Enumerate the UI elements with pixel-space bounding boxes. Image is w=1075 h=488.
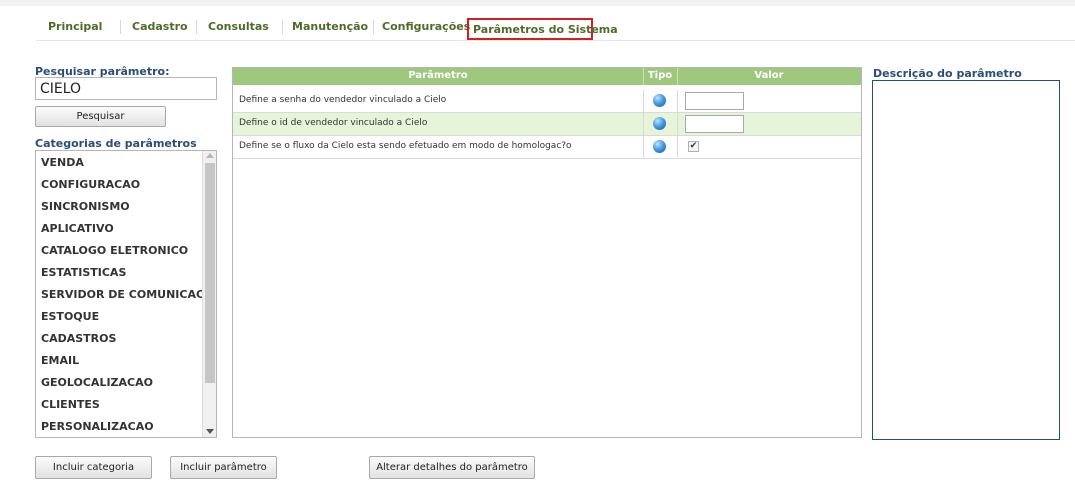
include-parameter-button[interactable]: Incluir parâmetro bbox=[170, 456, 277, 479]
edit-parameter-details-button[interactable]: Alterar detalhes do parâmetro bbox=[369, 456, 535, 479]
category-item[interactable]: EMAIL bbox=[41, 354, 79, 367]
category-item[interactable]: PERSONALIZACAO bbox=[41, 420, 154, 433]
parameters-table: Parâmetro Tipo Valor Define a senha do v… bbox=[232, 67, 862, 438]
nav-divider bbox=[120, 20, 121, 34]
cell-divider bbox=[677, 90, 678, 112]
nav-parametros-sistema-label: Parâmetros do Sistema bbox=[473, 23, 618, 36]
nav-parametros-sistema[interactable]: Parâmetros do Sistema bbox=[467, 18, 618, 40]
nav-configuracoes[interactable]: Configurações bbox=[382, 20, 470, 33]
value-input[interactable] bbox=[685, 92, 744, 110]
description-box[interactable] bbox=[872, 80, 1060, 440]
category-item[interactable]: CONFIGURACAO bbox=[41, 178, 140, 191]
nav-divider bbox=[196, 20, 197, 34]
globe-icon bbox=[653, 117, 666, 130]
nav-divider bbox=[373, 20, 374, 34]
cell-divider bbox=[643, 113, 644, 135]
category-item[interactable]: SERVIDOR DE COMUNICACAO bbox=[41, 288, 216, 301]
category-item[interactable]: CLIENTES bbox=[41, 398, 100, 411]
cell-divider bbox=[643, 136, 644, 158]
category-list[interactable]: VENDA CONFIGURACAO SINCRONISMO APLICATIV… bbox=[35, 150, 217, 438]
top-strip bbox=[0, 0, 1075, 6]
nav-divider bbox=[282, 20, 283, 34]
header-tipo: Tipo bbox=[647, 70, 673, 81]
header-parametro: Parâmetro bbox=[408, 70, 468, 81]
row-parameter-text: Define o id de vendedor vinculado a Ciel… bbox=[239, 118, 428, 128]
table-row[interactable]: Define se o fluxo da Cielo esta sendo ef… bbox=[233, 136, 861, 159]
search-button[interactable]: Pesquisar bbox=[35, 106, 166, 127]
scrollbar-thumb[interactable] bbox=[205, 163, 215, 383]
category-item[interactable]: CADASTROS bbox=[41, 332, 116, 345]
nav-principal[interactable]: Principal bbox=[48, 20, 102, 33]
category-item[interactable]: CATALOGO ELETRONICO bbox=[41, 244, 188, 257]
category-item[interactable]: ESTOQUE bbox=[41, 310, 99, 323]
category-item[interactable]: SINCRONISMO bbox=[41, 200, 130, 213]
value-input[interactable] bbox=[685, 115, 744, 133]
scroll-down-arrow-icon[interactable] bbox=[206, 429, 214, 434]
checkmark-icon: ✔ bbox=[689, 141, 698, 151]
globe-icon bbox=[653, 140, 666, 153]
table-row[interactable]: Define a senha do vendedor vinculado a C… bbox=[233, 90, 861, 113]
row-parameter-text: Define a senha do vendedor vinculado a C… bbox=[239, 95, 447, 105]
table-header: Parâmetro Tipo Valor bbox=[233, 68, 861, 85]
category-item[interactable]: APLICATIVO bbox=[41, 222, 114, 235]
category-item[interactable]: VENDA bbox=[41, 156, 84, 169]
globe-icon bbox=[653, 94, 666, 107]
scroll-up-arrow-icon[interactable] bbox=[206, 153, 214, 158]
category-scrollbar[interactable] bbox=[202, 151, 216, 437]
cell-divider bbox=[643, 90, 644, 112]
category-item[interactable]: ESTATISTICAS bbox=[41, 266, 126, 279]
row-parameter-text: Define se o fluxo da Cielo esta sendo ef… bbox=[239, 141, 572, 151]
nav-manutencao[interactable]: Manutenção bbox=[292, 20, 368, 33]
category-item[interactable]: GEOLOCALIZACAO bbox=[41, 376, 153, 389]
cell-divider bbox=[677, 136, 678, 158]
search-input[interactable] bbox=[36, 79, 214, 99]
description-label: Descrição do parâmetro bbox=[873, 67, 1022, 80]
search-field-wrapper bbox=[35, 77, 217, 100]
cell-divider bbox=[677, 113, 678, 135]
header-valor: Valor bbox=[754, 70, 784, 81]
nav-consultas[interactable]: Consultas bbox=[208, 20, 269, 33]
nav-cadastro[interactable]: Cadastro bbox=[132, 20, 188, 33]
include-category-button[interactable]: Incluir categoria bbox=[35, 456, 152, 479]
table-row[interactable]: Define o id de vendedor vinculado a Ciel… bbox=[233, 113, 861, 136]
categories-label: Categorias de parâmetros bbox=[35, 137, 197, 150]
value-checkbox[interactable]: ✔ bbox=[688, 141, 699, 152]
